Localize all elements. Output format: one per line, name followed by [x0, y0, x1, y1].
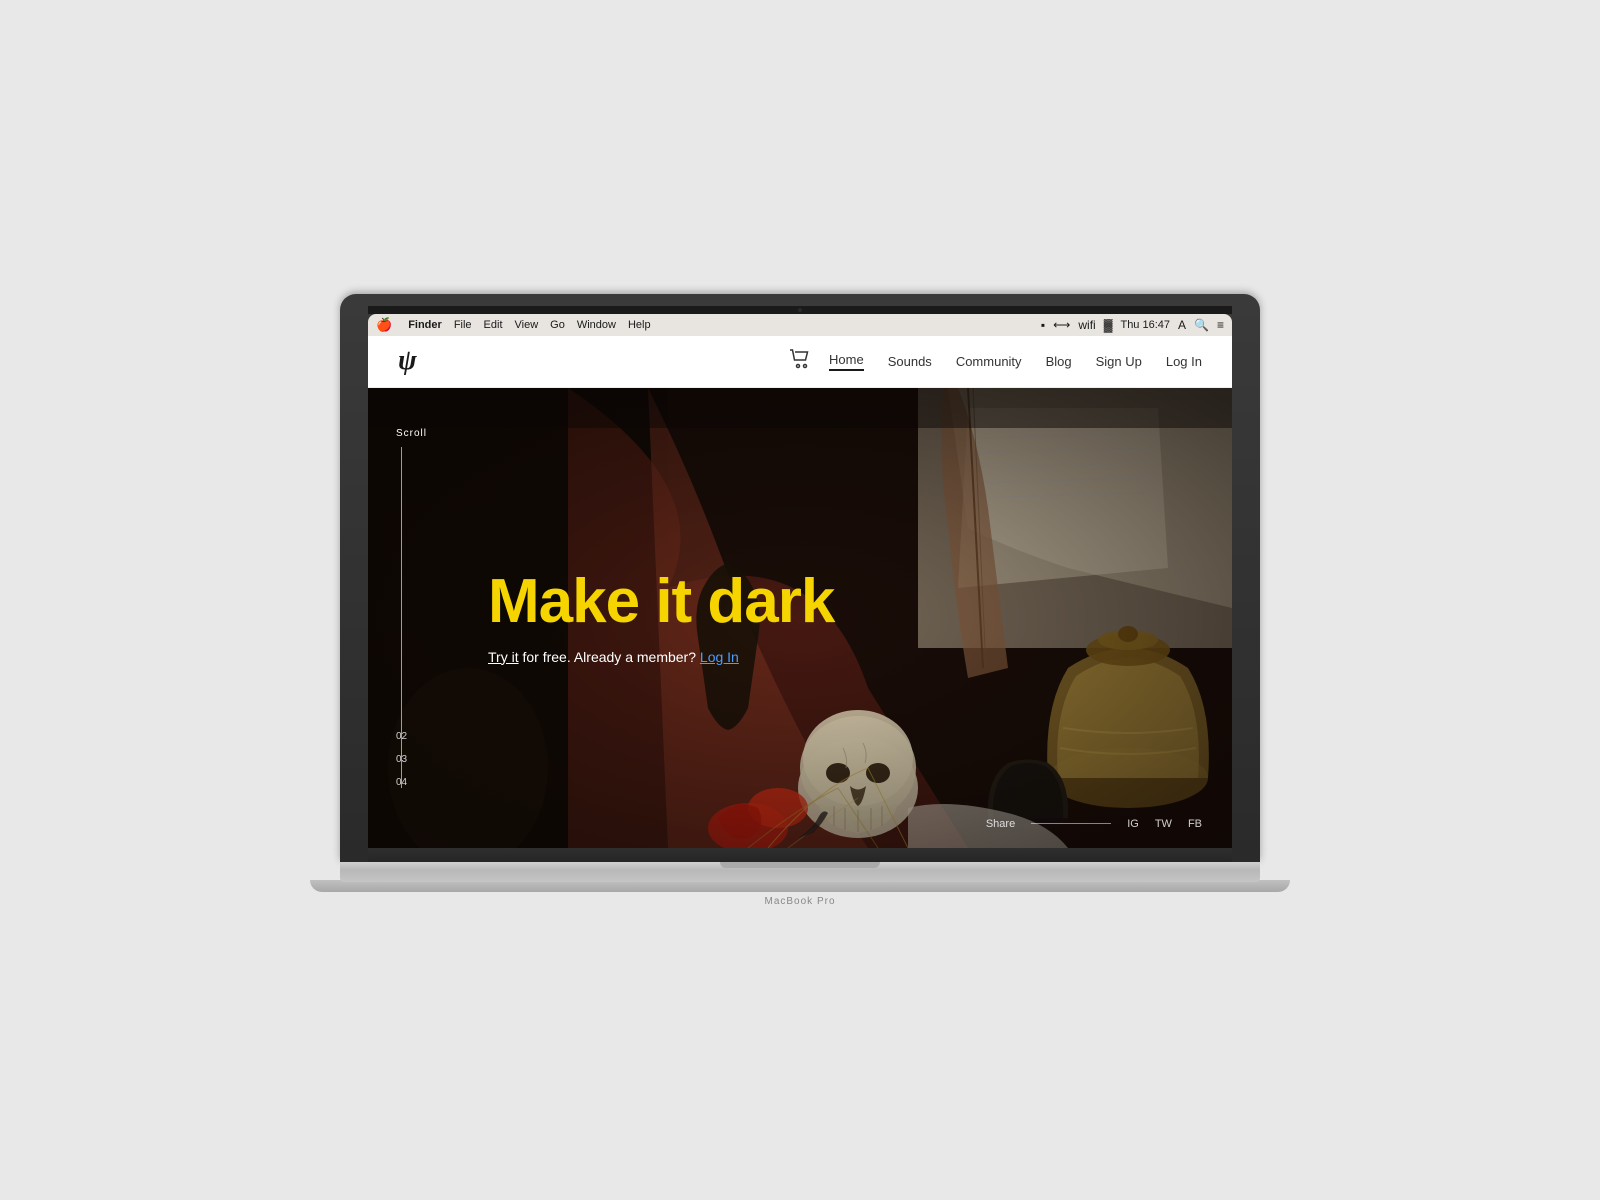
scroll-num-2: 02 [396, 731, 407, 742]
menubar-bt-icon: ⟷ [1053, 318, 1070, 332]
nav-signup[interactable]: Sign Up [1096, 354, 1142, 369]
share-bar: Share IG TW FB [986, 818, 1202, 830]
share-fb[interactable]: FB [1188, 818, 1202, 830]
hero-subline: Try it for free. Already a member? Log I… [488, 649, 834, 665]
menubar-user-icon: A [1178, 318, 1186, 332]
macbook-lid: 🍎 Finder File Edit View Go Window Help ▪… [340, 294, 1260, 862]
apple-menu[interactable]: 🍎 [376, 317, 392, 333]
menubar-left: 🍎 Finder File Edit View Go Window Help [376, 317, 1041, 333]
share-line [1031, 823, 1111, 824]
cart-icon[interactable] [789, 349, 811, 374]
menubar-right: ▪ ⟷ wifi ▓ Thu 16:47 A 🔍 ≡ [1041, 318, 1224, 332]
menubar-go[interactable]: Go [550, 319, 565, 331]
menubar-wifi-icon: wifi [1078, 318, 1095, 332]
scroll-num-3: 03 [396, 754, 407, 765]
hero-content: Make it dark Try it for free. Already a … [488, 571, 834, 665]
scroll-numbers: 02 03 04 [396, 731, 407, 788]
share-tw[interactable]: TW [1155, 818, 1172, 830]
subline-middle: for free. Already a member? [522, 649, 696, 665]
macbook-hinge [720, 862, 880, 868]
login-link[interactable]: Log In [700, 649, 739, 665]
menubar-finder[interactable]: Finder [408, 319, 442, 331]
menubar-help[interactable]: Help [628, 319, 651, 331]
hero-headline: Make it dark [488, 571, 834, 633]
menubar-file[interactable]: File [454, 319, 472, 331]
share-label: Share [986, 818, 1015, 830]
nav-login[interactable]: Log In [1166, 354, 1202, 369]
nav-home[interactable]: Home [829, 352, 864, 371]
nav-blog[interactable]: Blog [1046, 354, 1072, 369]
menubar-window[interactable]: Window [577, 319, 616, 331]
macbook-wrapper: 🍎 Finder File Edit View Go Window Help ▪… [340, 294, 1260, 907]
site-nav: Home Sounds Community Blog Sign Up Log I… [829, 352, 1202, 371]
macbook-label: MacBook Pro [764, 896, 835, 907]
menubar-screen-icon: ▪ [1041, 318, 1045, 332]
website: ψ Home Sounds Community Blog Sign [368, 336, 1232, 848]
scroll-label: Scroll [396, 428, 427, 439]
scroll-indicator: Scroll 02 03 04 [396, 428, 427, 788]
menubar-time: Thu 16:47 [1120, 319, 1170, 331]
camera-dot [798, 308, 802, 312]
macbook-base [340, 862, 1260, 882]
menubar-menu-icon[interactable]: ≡ [1217, 318, 1224, 332]
screen-bezel: 🍎 Finder File Edit View Go Window Help ▪… [368, 314, 1232, 848]
hero-section: Scroll 02 03 04 Make it dark Try it [368, 388, 1232, 848]
camera-area [368, 306, 1232, 314]
menubar-edit[interactable]: Edit [484, 319, 503, 331]
menubar-battery-icon: ▓ [1104, 318, 1113, 332]
site-logo[interactable]: ψ [398, 347, 417, 375]
try-link[interactable]: Try it [488, 649, 519, 665]
site-header: ψ Home Sounds Community Blog Sign [368, 336, 1232, 388]
share-ig[interactable]: IG [1127, 818, 1139, 830]
macbook-chin [368, 848, 1232, 862]
macos-menubar: 🍎 Finder File Edit View Go Window Help ▪… [368, 314, 1232, 336]
nav-sounds[interactable]: Sounds [888, 354, 932, 369]
menubar-search-icon[interactable]: 🔍 [1194, 318, 1209, 332]
menubar-view[interactable]: View [515, 319, 539, 331]
scroll-num-4: 04 [396, 777, 407, 788]
nav-community[interactable]: Community [956, 354, 1022, 369]
